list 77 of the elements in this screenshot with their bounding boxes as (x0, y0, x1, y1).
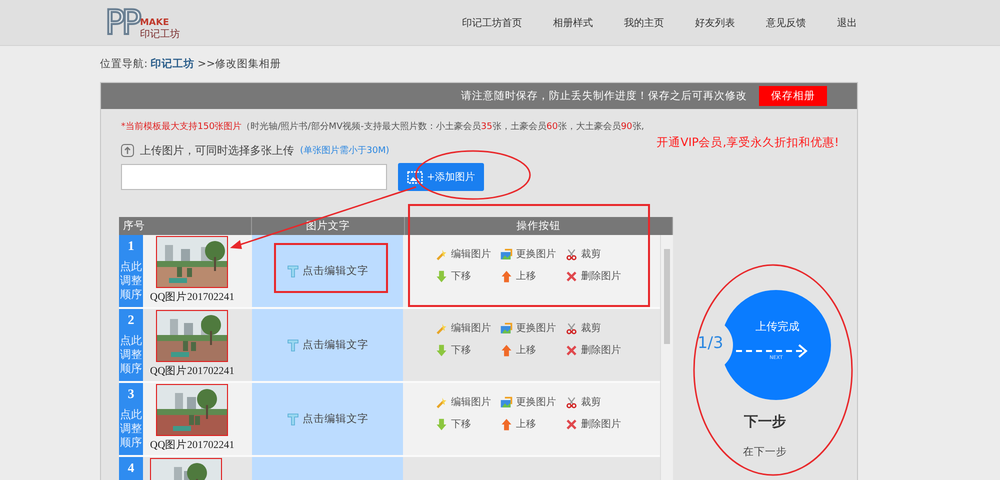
image-icon (500, 248, 513, 260)
edit-text-button[interactable]: 点击编辑文字 (280, 411, 374, 427)
next-step-label: 下一步 (744, 413, 786, 431)
picture-caption: QQ图片201702241 (150, 364, 234, 378)
file-input-field[interactable] (121, 164, 387, 190)
row-number: 2 (128, 312, 134, 328)
action-button[interactable]: 裁剪 (565, 321, 635, 335)
save-album-button[interactable]: 保存相册 (759, 86, 827, 106)
vip-promo: 开通VIP会员,享受永久折扣和优惠! (656, 135, 839, 150)
nav-link[interactable]: 我的主页 (624, 16, 664, 30)
order-label: 点此调整顺序 (120, 408, 142, 450)
nav-link[interactable]: 相册样式 (553, 16, 593, 30)
image-icon (500, 396, 513, 408)
scissors-icon (565, 248, 578, 260)
breadcrumb-label: 位置导航: (100, 57, 148, 71)
scrollbar[interactable] (660, 235, 673, 480)
logo-tag: MAKE (140, 18, 180, 28)
nav-link[interactable]: 退出 (837, 16, 857, 30)
upload-label: 上传图片，可同时选择多张上传 (140, 143, 294, 158)
action-button[interactable]: 删除图片 (565, 269, 635, 283)
order-label: 点此调整顺序 (120, 334, 142, 376)
magic-wand-icon (435, 248, 448, 260)
delete-icon (565, 344, 578, 356)
action-button[interactable]: 删除图片 (565, 417, 635, 431)
action-button[interactable]: 上移 (500, 417, 565, 431)
nav-link[interactable]: 好友列表 (695, 16, 735, 30)
image-icon (406, 170, 423, 184)
upload-icon (121, 144, 134, 157)
image-icon (500, 322, 513, 334)
action-button[interactable]: 裁剪 (565, 247, 635, 261)
action-button[interactable]: 上移 (500, 269, 565, 283)
action-button[interactable]: 编辑图片 (435, 395, 500, 409)
arrow-down-icon (435, 418, 448, 430)
row-number: 1 (128, 238, 134, 254)
breadcrumb-current: >>修改图集相册 (198, 57, 282, 71)
edit-text-button[interactable]: 点击编辑文字 (280, 263, 374, 279)
arrow-up-icon (500, 344, 513, 356)
nav-link[interactable]: 意见反馈 (766, 16, 806, 30)
save-notice: 请注意随时保存，防止丢失制作进度！保存之后可再次修改 (461, 89, 747, 103)
add-picture-button[interactable]: +添加图片 (398, 163, 484, 191)
scrollbar-thumb[interactable] (664, 249, 670, 344)
logo-name: 印记工坊 (140, 28, 180, 40)
picture-caption: QQ图片201702241 (150, 438, 234, 452)
row-number: 3 (128, 386, 134, 402)
arrow-up-icon (500, 270, 513, 282)
nav-link[interactable]: 印记工坊首页 (462, 16, 522, 30)
arrow-down-icon (435, 344, 448, 356)
scissors-icon (565, 396, 578, 408)
picture-caption: QQ图片201702241 (150, 290, 234, 304)
action-button[interactable]: 下移 (435, 343, 500, 357)
scissors-icon (565, 322, 578, 334)
arrow-up-icon (500, 418, 513, 430)
delete-icon (565, 418, 578, 430)
text-icon (286, 338, 298, 352)
text-icon (286, 264, 298, 278)
order-label: 点此调整顺序 (120, 260, 142, 302)
limit-info: *当前模板最大支持150张图片（时光轴/照片书/部分MV视频-支持最大照片数：小土豪会员35张，土豪会员60张，大土豪会员90张, (120, 120, 646, 133)
action-button[interactable]: 更换图片 (500, 247, 565, 261)
magic-wand-icon (435, 322, 448, 334)
action-button[interactable]: 裁剪 (565, 395, 635, 409)
action-button[interactable]: 下移 (435, 269, 500, 283)
action-button[interactable]: 更换图片 (500, 395, 565, 409)
breadcrumb-link[interactable]: 印记工坊 (150, 57, 195, 71)
next-step-hint: 在下一步 (743, 445, 787, 459)
action-button[interactable]: 删除图片 (565, 343, 635, 357)
action-button[interactable]: 下移 (435, 417, 500, 431)
action-button[interactable]: 更换图片 (500, 321, 565, 335)
edit-text-button[interactable]: 点击编辑文字 (280, 337, 374, 353)
row-number: 4 (128, 460, 134, 476)
action-button[interactable]: 编辑图片 (435, 321, 500, 335)
arrow-down-icon (435, 270, 448, 282)
text-icon (286, 412, 298, 426)
magic-wand-icon (435, 396, 448, 408)
action-button[interactable]: 上移 (500, 343, 565, 357)
action-button[interactable]: 编辑图片 (435, 247, 500, 261)
delete-icon (565, 270, 578, 282)
upload-note: (单张图片需小于30M) (300, 144, 390, 157)
